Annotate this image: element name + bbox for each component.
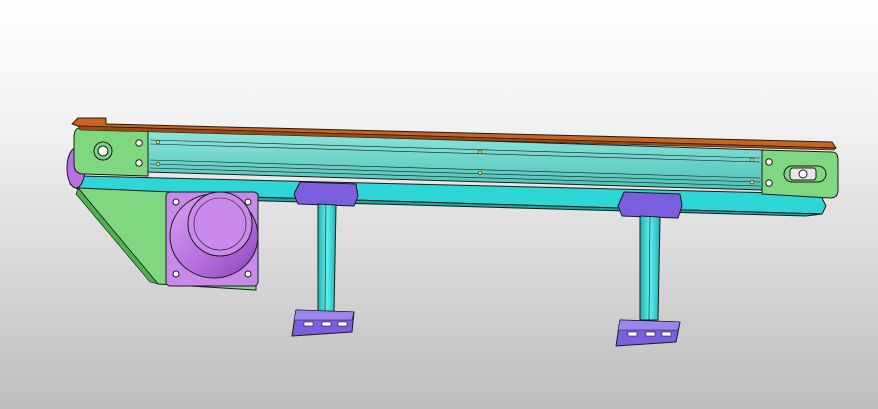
rail-screw xyxy=(477,149,483,155)
gear-motor-cap xyxy=(187,191,253,257)
flange-bolt xyxy=(172,198,180,206)
leg-top-plate xyxy=(293,181,359,207)
foot-slot xyxy=(303,321,314,327)
conveyor-model[interactable] xyxy=(0,0,878,409)
rail-screw xyxy=(155,161,161,167)
foot-slot xyxy=(645,331,656,337)
end-plate-bolt xyxy=(765,158,773,166)
foot-pad-top xyxy=(617,319,681,331)
flange-bolt xyxy=(172,270,180,278)
flange-bolt xyxy=(244,270,252,278)
drive-shaft xyxy=(97,145,109,157)
foot-slot xyxy=(661,331,672,337)
foot-slot xyxy=(627,331,638,337)
rail-screw xyxy=(749,157,755,163)
leg-top-plate xyxy=(617,191,683,219)
support-leg xyxy=(317,203,337,313)
cad-viewport[interactable] xyxy=(0,0,878,409)
rail-screw xyxy=(749,179,755,185)
rail-screw xyxy=(477,170,483,176)
end-plate-bolt xyxy=(765,179,773,187)
foot-pad-top xyxy=(293,309,355,321)
end-plate-bolt xyxy=(135,159,143,167)
flange-bolt xyxy=(244,198,252,206)
foot-slot xyxy=(337,321,348,327)
idler-shaft xyxy=(798,169,808,179)
end-plate-bolt xyxy=(135,139,143,147)
rail-screw xyxy=(155,139,161,145)
foot-slot xyxy=(321,321,332,327)
